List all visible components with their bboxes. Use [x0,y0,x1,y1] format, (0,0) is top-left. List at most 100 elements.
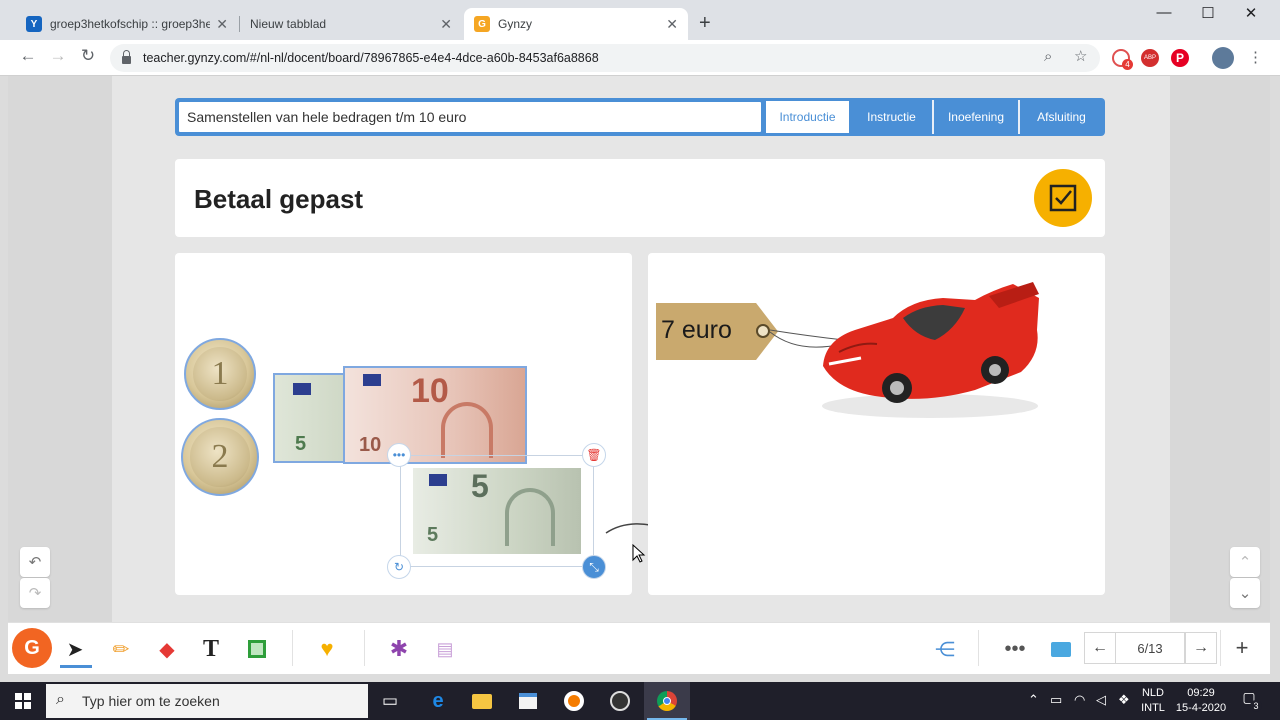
eu-flag-icon [363,374,381,386]
edge-browser-icon[interactable]: e [418,686,458,716]
more-options-icon[interactable]: ••• [998,632,1032,666]
language-indicator[interactable]: NLD INTL [1140,686,1166,716]
toolbar-divider [978,630,979,666]
next-page-button[interactable]: → [1185,632,1217,664]
store-icon[interactable] [508,686,548,716]
adblock-icon[interactable]: ABP [1141,49,1159,67]
search-placeholder: Typ hier om te zoeken [82,693,220,709]
redo-button[interactable]: ↷ [20,578,50,608]
clock[interactable]: 09:29 15-4-2020 [1172,686,1230,716]
notification-count: 3 [1250,700,1262,712]
lock-icon [122,50,131,64]
url-text: teacher.gynzy.com/#/nl-nl/docent/board/7… [143,51,599,65]
close-tab-icon[interactable]: ✕ [666,16,678,33]
task-view-icon[interactable]: ▭ [370,686,410,716]
text-tool-icon[interactable]: T [194,632,228,666]
extension-badge: 4 [1122,59,1133,70]
two-euro-coin[interactable]: 2 [181,418,259,496]
close-tab-icon[interactable]: ✕ [440,16,452,33]
lesson-title-input[interactable] [177,100,763,134]
tab-title: Nieuw tabblad [250,17,327,31]
new-tab-button[interactable]: + [699,12,711,35]
one-euro-coin[interactable]: 1 [184,338,256,410]
tab-afsluiting[interactable]: Afsluiting [1020,100,1103,134]
toolbar-divider [292,630,293,666]
shape-tool-icon[interactable] [240,632,274,666]
chrome-center [663,697,671,705]
browser-tab-gynzy[interactable]: G Gynzy ✕ [464,8,688,40]
ten-euro-note[interactable]: 10 10 [343,366,527,464]
check-answer-button[interactable] [1034,169,1092,227]
toolbar-divider [1220,630,1221,666]
gynzy-logo-button[interactable]: G [12,628,52,668]
checkbox-icon [1049,184,1077,212]
yahoo-favicon-icon: Y [26,16,42,32]
taskbar-search-box[interactable]: ⌕ Typ hier om te zoeken [46,684,368,718]
address-bar[interactable]: teacher.gynzy.com/#/nl-nl/docent/board/7… [110,44,1100,72]
chrome-icon[interactable] [647,686,687,716]
tools-pinwheel-icon[interactable]: ✱ [382,632,416,666]
menu-dots-icon[interactable]: ⋮ [1248,48,1263,66]
toolbar-divider [364,630,365,666]
circle-shape [610,691,630,711]
price-label: 7 euro [661,316,732,344]
close-window-button[interactable]: ✕ [1231,4,1271,22]
chromium-app-icon[interactable] [554,686,594,716]
close-tab-icon[interactable]: ✕ [216,16,228,33]
page-title: Betaal gepast [194,184,364,214]
file-explorer-icon[interactable] [462,686,502,716]
pencil-tool-icon[interactable]: ✏ [104,632,138,666]
reload-icon[interactable]: ↻ [76,46,100,66]
note-value-small: 10 [359,434,382,456]
eu-flag-icon [429,474,447,486]
note-value: 5 [295,433,307,455]
active-tool-indicator [60,665,92,668]
dropbox-icon[interactable]: ❖ [1118,692,1130,707]
tab-instructie[interactable]: Instructie [852,100,931,134]
pinterest-icon[interactable]: P [1171,49,1189,67]
profile-avatar[interactable] [1212,47,1234,69]
wifi-icon[interactable]: ◠ [1074,692,1085,707]
five-euro-note[interactable]: 5 [273,373,347,463]
previous-page-button[interactable]: ← [1084,632,1116,664]
tab-inoefening[interactable]: Inoefening [934,100,1018,134]
table-icon[interactable]: ▤ [428,632,462,666]
zoom-icon[interactable]: ⌕ [1044,48,1052,65]
scroll-down-button[interactable]: ⌄ [1230,578,1260,608]
maximize-window-button[interactable]: ☐ [1188,4,1228,22]
arch-illustration [441,402,493,458]
rotate-icon[interactable]: ↻ [387,555,411,579]
five-euro-note-selected[interactable]: 5 5 [413,468,581,554]
bookmark-star-icon[interactable]: ☆ [1074,47,1087,65]
forward-arrow-icon[interactable]: → [46,46,70,66]
tab-introductie[interactable]: Introductie [765,100,850,134]
circle-shape [564,691,584,711]
back-arrow-icon[interactable]: ← [16,46,40,66]
obs-icon[interactable] [600,686,640,716]
delete-icon[interactable]: 🗑 [582,443,606,467]
eraser-tool-icon[interactable]: ◆ [150,632,184,666]
scroll-up-button[interactable]: ⌃ [1230,547,1260,577]
language-code: NLD [1141,687,1164,699]
undo-button[interactable]: ↶ [20,547,50,577]
shape-square [248,640,266,658]
coin-value: 1 [192,346,248,402]
add-page-button[interactable]: + [1226,632,1258,664]
red-toy-car-image [822,282,1039,418]
tray-expand-icon[interactable]: ⌃ [1028,692,1039,707]
mouse-cursor-icon [632,544,646,563]
pointer-tool-icon[interactable]: ➤ [58,632,92,666]
keyboard-layout: INTL [1141,702,1165,714]
battery-icon[interactable]: ▭ [1050,692,1062,707]
volume-icon[interactable]: ◁ [1096,692,1106,707]
resize-icon[interactable]: ⤡ [582,555,606,579]
share-icon[interactable]: ⋲ [928,632,962,666]
windows-start-button[interactable] [0,682,46,720]
browser-tab-nieuw[interactable]: Nieuw tabblad ✕ [240,8,462,40]
folder-icon[interactable] [1044,632,1078,666]
browser-tab-groep3[interactable]: Y groep3hetkofschip :: groep3hetk ✕ [16,8,238,40]
minimize-window-button[interactable]: — [1144,4,1184,21]
favorites-heart-icon[interactable]: ♥ [310,632,344,666]
more-options-handle[interactable]: ••• [387,443,411,467]
folder-shape [1051,641,1071,657]
